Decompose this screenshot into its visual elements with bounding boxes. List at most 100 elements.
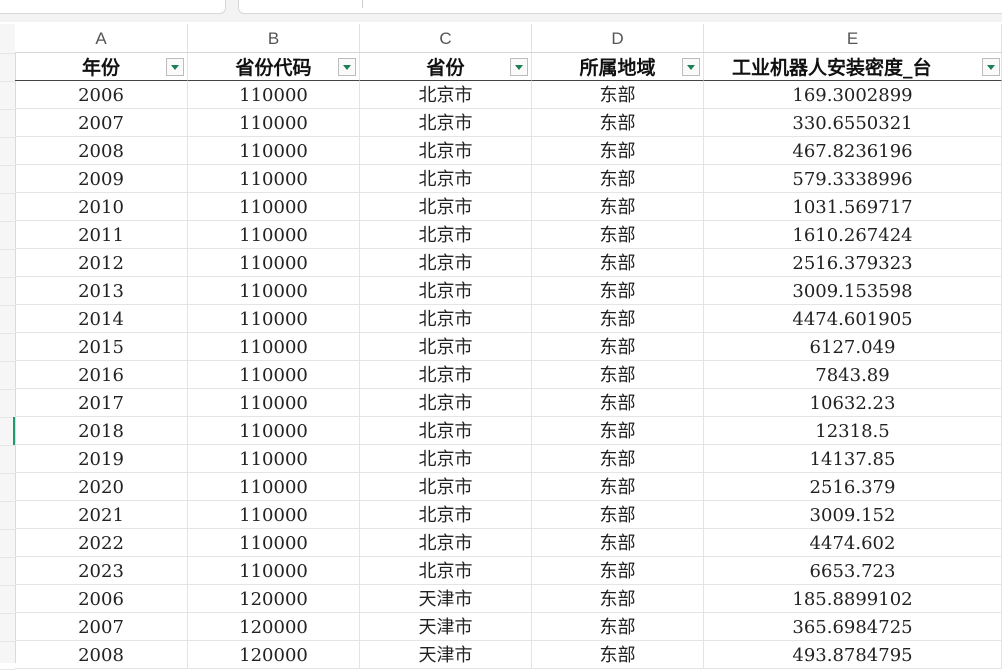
cell-province[interactable]: 北京市 bbox=[360, 109, 532, 137]
header-cell-region[interactable]: 所属地域 bbox=[532, 53, 704, 81]
cell-region[interactable]: 东部 bbox=[532, 557, 704, 585]
cell-province[interactable]: 北京市 bbox=[360, 417, 532, 445]
cell-year[interactable]: 2018 bbox=[15, 417, 188, 445]
cell-region[interactable]: 东部 bbox=[532, 417, 704, 445]
cell-province[interactable]: 北京市 bbox=[360, 445, 532, 473]
cell-province[interactable]: 天津市 bbox=[360, 585, 532, 613]
cell-province[interactable]: 北京市 bbox=[360, 221, 532, 249]
cell-province-code[interactable]: 110000 bbox=[188, 193, 360, 221]
cell-region[interactable]: 东部 bbox=[532, 529, 704, 557]
header-cell-province-code[interactable]: 省份代码 bbox=[188, 53, 360, 81]
cell-robot-density[interactable]: 7843.89 bbox=[704, 361, 1002, 389]
cell-robot-density[interactable]: 6653.723 bbox=[704, 557, 1002, 585]
cell-province-code[interactable]: 120000 bbox=[188, 613, 360, 641]
cell-year[interactable]: 2008 bbox=[15, 137, 188, 165]
cell-province-code[interactable]: 120000 bbox=[188, 585, 360, 613]
row-header-gutter[interactable] bbox=[0, 24, 16, 670]
cell-robot-density[interactable]: 2516.379323 bbox=[704, 249, 1002, 277]
filter-dropdown-icon[interactable] bbox=[682, 58, 700, 76]
tab-previous[interactable] bbox=[0, 0, 226, 14]
cell-province-code[interactable]: 110000 bbox=[188, 473, 360, 501]
cell-province[interactable]: 北京市 bbox=[360, 81, 532, 109]
cell-province[interactable]: 北京市 bbox=[360, 305, 532, 333]
cell-region[interactable]: 东部 bbox=[532, 389, 704, 417]
header-cell-province[interactable]: 省份 bbox=[360, 53, 532, 81]
cell-robot-density[interactable]: 185.8899102 bbox=[704, 585, 1002, 613]
cell-robot-density[interactable]: 12318.5 bbox=[704, 417, 1002, 445]
cell-province[interactable]: 北京市 bbox=[360, 249, 532, 277]
cell-province-code[interactable]: 110000 bbox=[188, 445, 360, 473]
cell-robot-density[interactable]: 6127.049 bbox=[704, 333, 1002, 361]
cell-robot-density[interactable]: 3009.153598 bbox=[704, 277, 1002, 305]
cell-region[interactable]: 东部 bbox=[532, 501, 704, 529]
cell-region[interactable]: 东部 bbox=[532, 473, 704, 501]
cell-robot-density[interactable]: 1610.267424 bbox=[704, 221, 1002, 249]
cell-year[interactable]: 2006 bbox=[15, 81, 188, 109]
cell-province-code[interactable]: 110000 bbox=[188, 361, 360, 389]
cell-year[interactable]: 2006 bbox=[15, 585, 188, 613]
cell-region[interactable]: 东部 bbox=[532, 613, 704, 641]
cell-region[interactable]: 东部 bbox=[532, 277, 704, 305]
cell-robot-density[interactable]: 2516.379 bbox=[704, 473, 1002, 501]
cell-province[interactable]: 北京市 bbox=[360, 473, 532, 501]
cell-robot-density[interactable]: 330.6550321 bbox=[704, 109, 1002, 137]
filter-dropdown-icon[interactable] bbox=[982, 58, 1000, 76]
cell-province-code[interactable]: 110000 bbox=[188, 137, 360, 165]
cell-year[interactable]: 2007 bbox=[15, 613, 188, 641]
cell-robot-density[interactable]: 10632.23 bbox=[704, 389, 1002, 417]
column-header-c[interactable]: C bbox=[360, 24, 532, 52]
cell-province-code[interactable]: 110000 bbox=[188, 529, 360, 557]
cell-province[interactable]: 北京市 bbox=[360, 501, 532, 529]
cell-province[interactable]: 北京市 bbox=[360, 193, 532, 221]
cell-province-code[interactable]: 110000 bbox=[188, 277, 360, 305]
tab-current[interactable] bbox=[238, 0, 1002, 14]
column-header-a[interactable]: A bbox=[15, 24, 188, 52]
cell-robot-density[interactable]: 14137.85 bbox=[704, 445, 1002, 473]
cell-region[interactable]: 东部 bbox=[532, 445, 704, 473]
column-header-b[interactable]: B bbox=[188, 24, 360, 52]
filter-dropdown-icon[interactable] bbox=[338, 58, 356, 76]
cell-robot-density[interactable]: 4474.602 bbox=[704, 529, 1002, 557]
cell-region[interactable]: 东部 bbox=[532, 137, 704, 165]
cell-province-code[interactable]: 110000 bbox=[188, 221, 360, 249]
cell-year[interactable]: 2022 bbox=[15, 529, 188, 557]
cell-year[interactable]: 2016 bbox=[15, 361, 188, 389]
cell-province[interactable]: 北京市 bbox=[360, 333, 532, 361]
cell-province-code[interactable]: 110000 bbox=[188, 557, 360, 585]
cell-robot-density[interactable]: 169.3002899 bbox=[704, 81, 1002, 109]
cell-province-code[interactable]: 110000 bbox=[188, 333, 360, 361]
cell-region[interactable]: 东部 bbox=[532, 333, 704, 361]
column-header-e[interactable]: E bbox=[704, 24, 1002, 52]
cell-year[interactable]: 2011 bbox=[15, 221, 188, 249]
cell-province-code[interactable]: 110000 bbox=[188, 249, 360, 277]
cell-region[interactable]: 东部 bbox=[532, 81, 704, 109]
cell-province-code[interactable]: 110000 bbox=[188, 389, 360, 417]
cell-year[interactable]: 2020 bbox=[15, 473, 188, 501]
cell-year[interactable]: 2007 bbox=[15, 109, 188, 137]
cell-province[interactable]: 北京市 bbox=[360, 137, 532, 165]
cell-robot-density[interactable]: 579.3338996 bbox=[704, 165, 1002, 193]
cell-year[interactable]: 2010 bbox=[15, 193, 188, 221]
cell-robot-density[interactable]: 1031.569717 bbox=[704, 193, 1002, 221]
cell-province-code[interactable]: 110000 bbox=[188, 417, 360, 445]
cell-province-code[interactable]: 110000 bbox=[188, 109, 360, 137]
cell-region[interactable]: 东部 bbox=[532, 221, 704, 249]
column-header-d[interactable]: D bbox=[532, 24, 704, 52]
cell-region[interactable]: 东部 bbox=[532, 249, 704, 277]
cell-province-code[interactable]: 110000 bbox=[188, 501, 360, 529]
cell-province-code[interactable]: 120000 bbox=[188, 641, 360, 669]
cell-region[interactable]: 东部 bbox=[532, 109, 704, 137]
cell-year[interactable]: 2023 bbox=[15, 557, 188, 585]
cell-province-code[interactable]: 110000 bbox=[188, 165, 360, 193]
cell-robot-density[interactable]: 493.8784795 bbox=[704, 641, 1002, 669]
cell-region[interactable]: 东部 bbox=[532, 165, 704, 193]
cell-year[interactable]: 2009 bbox=[15, 165, 188, 193]
cell-year[interactable]: 2014 bbox=[15, 305, 188, 333]
cell-province-code[interactable]: 110000 bbox=[188, 305, 360, 333]
filter-dropdown-icon[interactable] bbox=[166, 58, 184, 76]
cell-robot-density[interactable]: 365.6984725 bbox=[704, 613, 1002, 641]
cell-year[interactable]: 2019 bbox=[15, 445, 188, 473]
cell-province[interactable]: 北京市 bbox=[360, 277, 532, 305]
cell-year[interactable]: 2017 bbox=[15, 389, 188, 417]
cell-province[interactable]: 天津市 bbox=[360, 641, 532, 669]
